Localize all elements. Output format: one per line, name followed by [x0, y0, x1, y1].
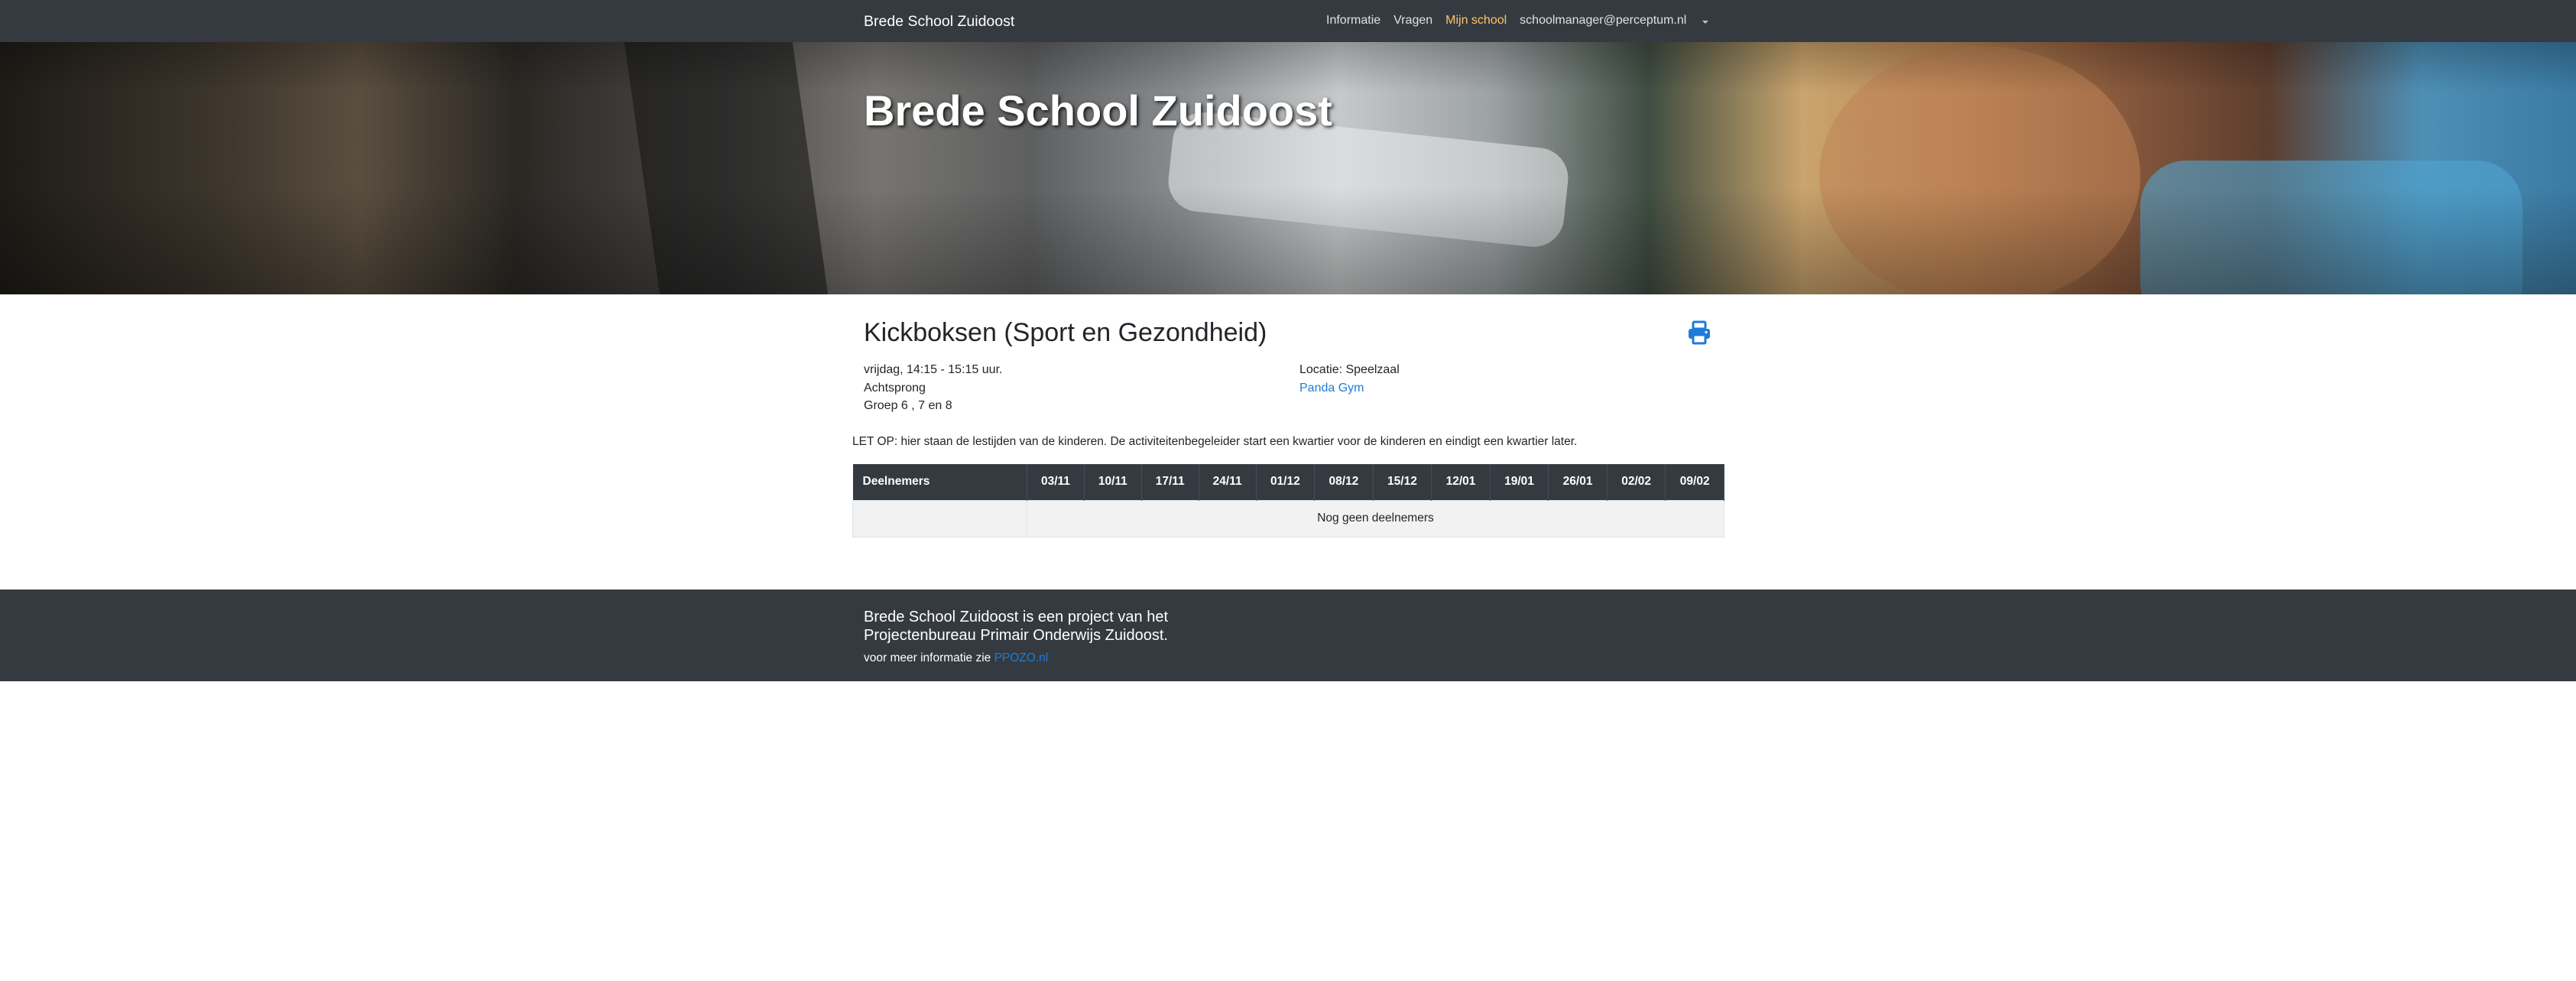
nav-link-mijn-school[interactable]: Mijn school: [1445, 14, 1507, 28]
activity-groups: Groep 6 , 7 en 8: [864, 399, 952, 412]
activity-time: vrijdag, 14:15 - 15:15 uur.: [864, 363, 1003, 376]
footer-link-ppozo[interactable]: PPOZO.nl: [994, 651, 1049, 664]
column-header-date: 03/11: [1027, 464, 1085, 500]
page-title: Kickboksen (Sport en Gezondheid): [864, 318, 1267, 347]
column-header-date: 17/11: [1141, 464, 1199, 500]
navbar: Brede School Zuidoost Informatie Vragen …: [0, 0, 2576, 42]
footer-title: Brede School Zuidoost is een project van…: [864, 609, 1169, 644]
activity-provider: Achtsprong: [864, 381, 926, 395]
hero-title: Brede School Zuidoost: [864, 86, 1332, 135]
column-header-date: 09/02: [1665, 464, 1724, 500]
nav-link-user-account[interactable]: schoolmanager@perceptum.nl: [1520, 14, 1686, 28]
activity-details: vrijdag, 14:15 - 15:15 uur. Achtsprong G…: [864, 361, 1002, 415]
notice-text: LET OP: hier staan de lestijden van de k…: [852, 435, 1578, 448]
chevron-down-icon[interactable]: [1702, 20, 1709, 24]
column-header-date: 08/12: [1314, 464, 1374, 500]
column-header-date: 01/12: [1256, 464, 1316, 500]
column-header-date: 10/11: [1084, 464, 1142, 500]
attendance-table: Deelnemers 03/11 10/11 17/11 24/11 01/12…: [852, 464, 1724, 538]
column-header-date: 24/11: [1199, 464, 1257, 500]
nav-link-informatie[interactable]: Informatie: [1326, 14, 1380, 28]
footer-more-info: voor meer informatie zie PPOZO.nl: [864, 651, 1048, 665]
navbar-brand[interactable]: Brede School Zuidoost: [864, 13, 1014, 31]
nav-link-vragen[interactable]: Vragen: [1393, 14, 1432, 28]
activity-location: Locatie: Speelzaal Panda Gym: [1299, 361, 1400, 397]
column-header-deelnemers: Deelnemers: [852, 464, 1027, 500]
hero-banner: Brede School Zuidoost: [0, 0, 2576, 294]
column-header-date: 15/12: [1373, 464, 1432, 500]
table-cell-empty: [852, 499, 1027, 538]
column-header-date: 12/01: [1431, 464, 1491, 500]
hero-shade: [0, 187, 2576, 294]
nav-links: Informatie Vragen Mijn school schoolmana…: [1326, 14, 1709, 28]
column-header-date: 02/02: [1607, 464, 1666, 500]
footer-more-text: voor meer informatie zie: [864, 651, 994, 664]
column-header-date: 19/01: [1490, 464, 1549, 500]
table-row: Nog geen deelnemers: [852, 499, 1724, 538]
print-icon[interactable]: [1686, 320, 1712, 346]
table-header-row: Deelnemers 03/11 10/11 17/11 24/11 01/12…: [852, 464, 1724, 500]
footer: Brede School Zuidoost is een project van…: [0, 590, 2576, 681]
empty-message: Nog geen deelnemers: [1027, 499, 1724, 538]
location-label: Locatie: Speelzaal: [1299, 363, 1400, 376]
location-link[interactable]: Panda Gym: [1299, 382, 1364, 395]
column-header-date: 26/01: [1548, 464, 1608, 500]
